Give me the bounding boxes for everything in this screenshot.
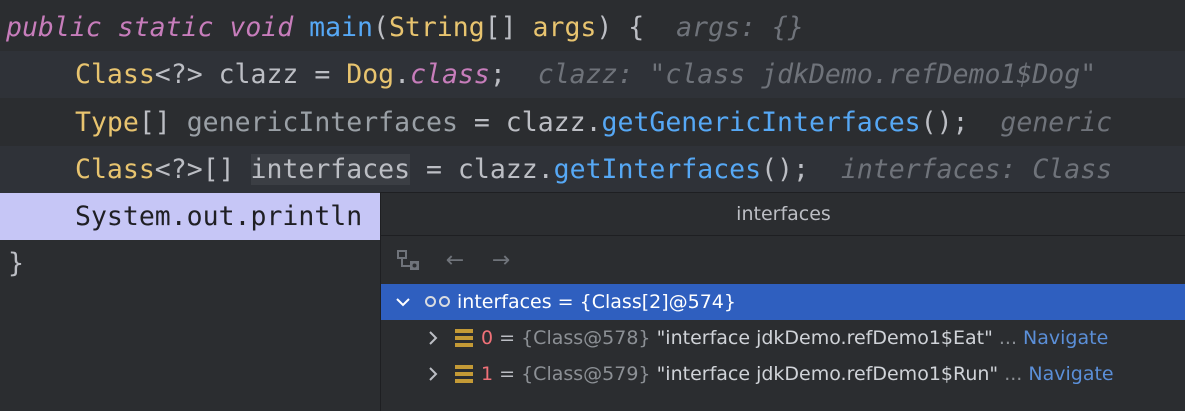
tree-item-row[interactable]: 1 = {Class@579} "interface jdkDemo.refDe… — [381, 356, 1185, 392]
punctuation: ; — [489, 59, 506, 90]
variables-tree: interfaces = {Class[2]@574} 0 = {Class@5… — [381, 284, 1185, 392]
object-address: {Class@578} — [521, 327, 651, 349]
code-text: = clazz. — [457, 107, 602, 138]
item-value: "interface jdkDemo.refDemo1$Run" — [650, 363, 999, 385]
array-element-icon — [455, 365, 473, 383]
array-element-icon — [455, 329, 473, 347]
forward-arrow-icon[interactable]: → — [487, 246, 515, 274]
param-name: args — [532, 12, 597, 43]
code-line-2: Class<?> clazz = Dog.class; clazz: "clas… — [0, 51, 1185, 98]
code-text: System.out.println — [75, 201, 363, 232]
variable-name-highlighted[interactable]: interfaces — [250, 154, 411, 185]
type-name: Type — [75, 107, 139, 138]
type-name: Class — [75, 59, 155, 90]
inspect-popup[interactable]: interfaces ← → interfaces = {Class[2]@57… — [380, 192, 1185, 411]
keyword-text: class — [410, 59, 490, 90]
show-types-icon[interactable] — [395, 246, 423, 274]
code-line-1: public static void main(String[] args) {… — [0, 4, 1185, 51]
navigate-link[interactable]: Navigate — [1022, 356, 1113, 392]
item-index: 1 — [481, 363, 494, 385]
inline-debug-hint: generic — [1000, 107, 1113, 138]
code-line-3: Type[] genericInterfaces = clazz.getGene… — [0, 99, 1185, 146]
code-line-4: Class<?>[] interfaces = clazz.getInterfa… — [0, 146, 1185, 193]
ellipsis: ... — [992, 327, 1017, 349]
type-name: Class — [75, 154, 155, 185]
back-arrow-icon[interactable]: ← — [441, 246, 469, 274]
tree-root-label: interfaces = {Class[2]@574} — [457, 291, 736, 313]
popup-toolbar: ← → — [381, 236, 1185, 284]
tree-root-row[interactable]: interfaces = {Class[2]@574} — [381, 284, 1185, 320]
watch-glasses-icon — [423, 295, 453, 309]
chevron-right-icon[interactable] — [423, 331, 443, 345]
popup-title[interactable]: interfaces — [381, 193, 1185, 236]
method-name: getGenericInterfaces — [601, 107, 921, 138]
inline-debug-hint: args: {} — [676, 12, 804, 43]
punctuation: [] — [138, 107, 187, 138]
type-name: String — [388, 12, 485, 43]
variable-name: genericInterfaces — [186, 107, 458, 138]
chevron-down-icon[interactable] — [393, 297, 413, 307]
inline-debug-hint: clazz: "class jdkDemo.refDemo1$Dog" — [537, 59, 1097, 90]
punctuation: (); — [920, 107, 969, 138]
ellipsis: ... — [998, 363, 1023, 385]
inline-debug-hint: interfaces: Class — [840, 154, 1113, 185]
punctuation: [] — [484, 12, 533, 43]
method-name: main — [309, 12, 373, 43]
punctuation: <?>[] — [154, 154, 251, 185]
code-text: = clazz. — [410, 154, 554, 185]
equals-sign: = — [493, 363, 522, 385]
method-name: getInterfaces — [553, 154, 762, 185]
punctuation: ) { — [596, 12, 645, 43]
punctuation: . — [394, 59, 411, 90]
punctuation: (); — [761, 154, 809, 185]
tree-item-row[interactable]: 0 = {Class@578} "interface jdkDemo.refDe… — [381, 320, 1185, 356]
navigate-link[interactable]: Navigate — [1017, 320, 1108, 356]
closing-brace: } — [8, 248, 24, 279]
keyword-text: public static void — [6, 12, 310, 43]
chevron-right-icon[interactable] — [423, 367, 443, 381]
item-value: "interface jdkDemo.refDemo1$Eat" — [650, 327, 993, 349]
equals-sign: = — [493, 327, 522, 349]
type-name: Dog — [346, 59, 395, 90]
object-address: {Class@579} — [521, 363, 651, 385]
punctuation: ( — [372, 12, 389, 43]
code-text: <?> clazz = — [154, 59, 347, 90]
item-index: 0 — [481, 327, 494, 349]
